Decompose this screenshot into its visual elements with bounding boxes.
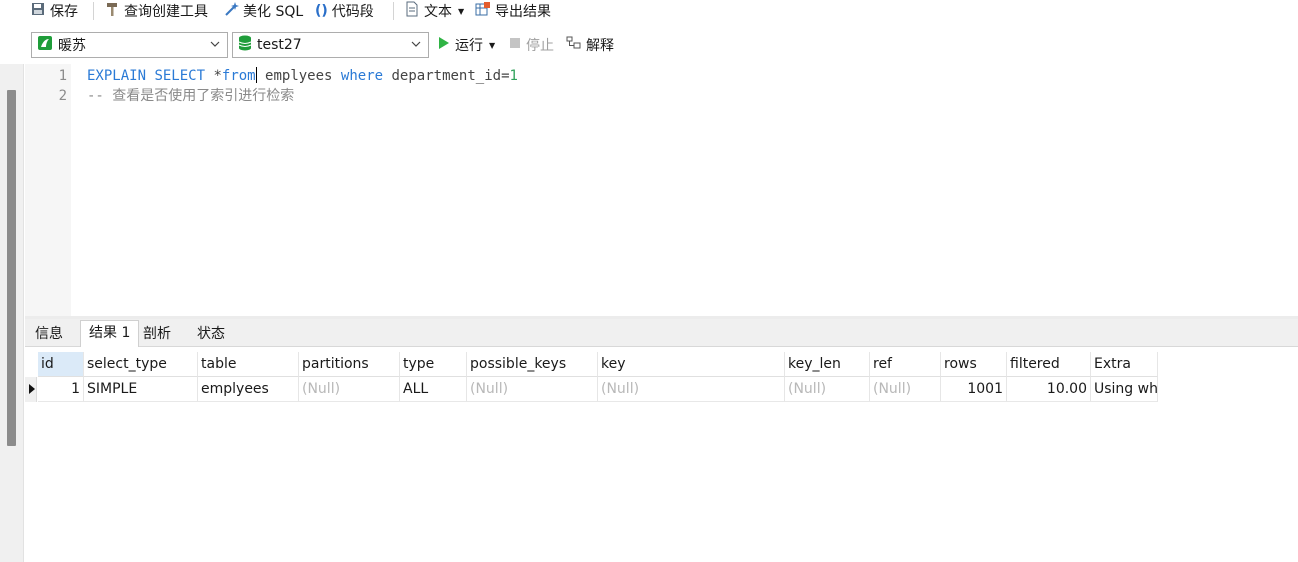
- explain-label: 解释: [586, 38, 614, 54]
- connection-icon: [37, 35, 53, 55]
- connection-value: 暖苏: [58, 38, 86, 54]
- table-cell[interactable]: (Null): [598, 377, 785, 402]
- column-header-key-len[interactable]: key_len: [785, 352, 870, 377]
- chevron-down-icon: [209, 38, 221, 50]
- dropdown-arrow-icon: ▼: [489, 40, 496, 50]
- hammer-icon: [104, 1, 120, 21]
- current-row-indicator[interactable]: [25, 377, 37, 402]
- sql-number: 1: [509, 68, 518, 84]
- code-snippet-label: 代码段: [331, 4, 374, 20]
- stop-icon: [509, 37, 521, 53]
- main-toolbar: 保存 查询创建工具 美化 SQL () 代码段 文本 ▼ 导出结果: [0, 0, 1298, 22]
- toolbar-separator: [93, 2, 94, 20]
- tab-info[interactable]: 信息: [27, 322, 71, 347]
- dropdown-arrow-icon: ▼: [458, 6, 465, 16]
- sql-keyword: SELECT: [154, 68, 206, 84]
- save-button[interactable]: 保存: [30, 1, 78, 21]
- code-snippet-button[interactable]: () 代码段: [315, 1, 374, 21]
- stop-label: 停止: [526, 38, 554, 54]
- save-icon: [30, 1, 46, 21]
- export-results-label: 导出结果: [495, 4, 551, 20]
- sql-keyword: where: [340, 68, 384, 84]
- table-cell[interactable]: (Null): [870, 377, 941, 402]
- table-cell[interactable]: 10.00: [1007, 377, 1091, 402]
- result-tabs: 信息 结果 1 剖析 状态: [25, 319, 1298, 347]
- code-text: emplyees: [256, 68, 341, 84]
- column-header-rows[interactable]: rows: [941, 352, 1007, 377]
- column-header-possible-keys[interactable]: possible_keys: [467, 352, 598, 377]
- connection-select[interactable]: 暖苏: [31, 32, 228, 58]
- query-builder-button[interactable]: 查询创建工具: [104, 1, 208, 21]
- line-number: 2: [58, 88, 67, 104]
- beautify-sql-label: 美化 SQL: [243, 4, 304, 20]
- column-header-filtered[interactable]: filtered: [1007, 352, 1091, 377]
- column-header-extra[interactable]: Extra: [1091, 352, 1158, 377]
- tab-result-1[interactable]: 结果 1: [80, 320, 140, 347]
- save-label: 保存: [50, 4, 78, 20]
- database-value: test27: [257, 37, 302, 53]
- explain-icon: [566, 35, 582, 55]
- explain-button[interactable]: 解释: [566, 36, 614, 54]
- code-line-2: -- 查看是否使用了索引进行检索: [87, 88, 295, 104]
- table-cell[interactable]: SIMPLE: [84, 377, 198, 402]
- vertical-scrollbar-thumb[interactable]: [7, 90, 16, 446]
- export-results-button[interactable]: 导出结果: [475, 1, 551, 21]
- document-icon: [404, 1, 420, 21]
- table-cell[interactable]: 1001: [941, 377, 1007, 402]
- parentheses-icon: (): [315, 3, 328, 19]
- table-cell[interactable]: emplyees: [198, 377, 299, 402]
- table-cell[interactable]: 1: [38, 377, 84, 402]
- code-text: *: [205, 68, 222, 84]
- connection-bar: 暖苏 test27 运行 ▼ 停止 解释: [0, 30, 1298, 58]
- sql-keyword: from: [221, 68, 256, 84]
- run-label: 运行: [455, 38, 483, 54]
- play-icon: [438, 36, 450, 54]
- database-icon: [238, 35, 252, 55]
- query-builder-label: 查询创建工具: [124, 4, 208, 20]
- row-pointer-icon: [29, 384, 35, 394]
- table-cell[interactable]: Using where: [1091, 377, 1158, 402]
- sql-keyword: EXPLAIN: [87, 68, 147, 84]
- beautify-sql-button[interactable]: 美化 SQL: [223, 1, 303, 21]
- text-menu-label: 文本: [424, 4, 452, 20]
- text-menu-button[interactable]: 文本 ▼: [404, 1, 464, 21]
- column-header-table[interactable]: table: [198, 352, 299, 377]
- chevron-down-icon: [410, 38, 422, 50]
- line-number-gutter: 1 2: [25, 64, 71, 316]
- line-number: 1: [58, 68, 67, 84]
- database-select[interactable]: test27: [232, 32, 429, 58]
- code-text: department_id=: [383, 68, 510, 84]
- run-button[interactable]: 运行 ▼: [438, 36, 495, 54]
- column-header-select-type[interactable]: select_type: [84, 352, 198, 377]
- column-header-type[interactable]: type: [400, 352, 467, 377]
- magic-wand-icon: [223, 1, 239, 21]
- tab-profile[interactable]: 剖析: [135, 322, 179, 347]
- table-cell[interactable]: ALL: [400, 377, 467, 402]
- code-line-1: EXPLAIN SELECT *from emplyees where depa…: [87, 66, 518, 86]
- sql-editor[interactable]: 1 2 EXPLAIN SELECT *from emplyees where …: [25, 64, 1298, 316]
- export-grid-icon: [475, 1, 491, 21]
- table-cell[interactable]: (Null): [785, 377, 870, 402]
- column-header-key[interactable]: key: [598, 352, 785, 377]
- toolbar-separator: [393, 2, 394, 20]
- stop-button[interactable]: 停止: [509, 36, 554, 54]
- table-cell[interactable]: (Null): [467, 377, 598, 402]
- column-header-id[interactable]: id: [38, 352, 84, 377]
- table-cell[interactable]: (Null): [299, 377, 400, 402]
- tab-status[interactable]: 状态: [189, 322, 233, 347]
- column-header-partitions[interactable]: partitions: [299, 352, 400, 377]
- column-header-ref[interactable]: ref: [870, 352, 941, 377]
- result-grid: id select_type table partitions type pos…: [25, 347, 1298, 562]
